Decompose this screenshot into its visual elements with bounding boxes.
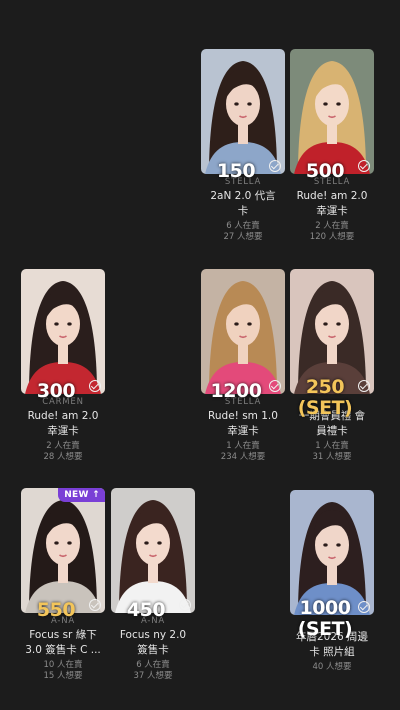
check-circle-icon[interactable]	[179, 599, 191, 611]
portrait-image	[21, 269, 105, 394]
portrait-image	[21, 488, 105, 613]
portrait-image	[201, 269, 285, 394]
card-title[interactable]: Rude! am 2.0 幸運卡	[13, 409, 113, 438]
portrait-image	[111, 488, 195, 613]
card-stats: 6 人在賣 27 人想要	[201, 221, 285, 243]
photocard-item[interactable]: 150 STELLA 2aN 2.0 代言 卡6 人在賣 27 人想要	[201, 49, 285, 243]
card-price: 150	[216, 160, 256, 182]
card-title[interactable]: Focus ny 2.0 簽售卡	[103, 628, 203, 657]
card-stats: 2 人在賣 28 人想要	[21, 441, 105, 463]
photocard-item[interactable]: 1200 STELLA Rude! sm 1.0 幸運卡 1 人在賣 234 人想要	[201, 269, 285, 463]
portrait-image	[201, 49, 285, 174]
card-price: 1000 (SET)	[297, 597, 353, 640]
wanting-count: 40 人想要	[312, 662, 352, 672]
wanting-count: 27 人想要	[223, 232, 263, 242]
card-price: 250 (SET)	[297, 376, 353, 419]
card-title[interactable]: Rude! sm 1.0 幸運卡	[193, 409, 293, 438]
card-stats: 10 人在賣 15 人想要	[21, 660, 105, 682]
check-circle-icon[interactable]	[358, 601, 370, 613]
selling-count: 6 人在賣	[226, 221, 260, 231]
card-photo[interactable]: 150	[201, 49, 285, 181]
check-circle-icon[interactable]	[89, 599, 101, 611]
card-title[interactable]: 2aN 2.0 代言 卡	[193, 189, 293, 218]
card-photo[interactable]: 250 (SET)	[290, 269, 374, 419]
selling-count: 2 人在賣	[46, 441, 80, 451]
card-photo[interactable]: 450	[111, 488, 195, 620]
card-title[interactable]: Focus sr 綠下 3.0 簽售卡 C ...	[13, 628, 113, 657]
wanting-count: 234 人想要	[220, 452, 266, 462]
selling-count: 6 人在賣	[136, 660, 170, 670]
photocard-item[interactable]: 1000 (SET) 年曆2026 周邊 卡 照片組 40 人想要	[290, 490, 374, 673]
portrait-image	[290, 49, 374, 174]
card-title[interactable]: Rude! am 2.0 幸運卡	[282, 189, 382, 218]
photocard-item[interactable]: NEW ↑ 550 A-NA Focus sr 綠下 3.0 簽售卡 C ... 10 …	[21, 488, 105, 682]
wanting-count: 28 人想要	[43, 452, 83, 462]
selling-count: 2 人在賣	[315, 221, 349, 231]
check-circle-icon[interactable]	[358, 380, 370, 392]
selling-count: 10 人在賣	[43, 660, 83, 670]
check-circle-icon[interactable]	[358, 160, 370, 172]
photocard-item[interactable]: 250 (SET) 一期會員禮 會 員禮卡 1 人在賣 31 人想要	[290, 269, 374, 463]
card-stats: 1 人在賣 234 人想要	[201, 441, 285, 463]
selling-count: 1 人在賣	[315, 441, 349, 451]
check-circle-icon[interactable]	[89, 380, 101, 392]
card-stats: 2 人在賣 120 人想要	[290, 221, 374, 243]
card-price: 450	[126, 599, 166, 621]
card-stats: 40 人想要	[290, 662, 374, 673]
photocard-grid: 150 STELLA 2aN 2.0 代言 卡6 人在賣 27 人想要 500 STELL…	[0, 0, 400, 710]
selling-count: 1 人在賣	[226, 441, 260, 451]
photocard-item[interactable]: 300 CARMEN Rude! am 2.0 幸運卡 2 人在賣 28 人想要	[21, 269, 105, 463]
card-stats: 1 人在賣 31 人想要	[290, 441, 374, 463]
card-price: 300	[36, 380, 76, 402]
card-price: 500	[305, 160, 345, 182]
card-photo[interactable]: 1200	[201, 269, 285, 401]
photocard-item[interactable]: 500 STELLA Rude! am 2.0 幸運卡 2 人在賣 120 人想要	[290, 49, 374, 243]
card-photo[interactable]: 300	[21, 269, 105, 401]
card-price: 1200	[210, 380, 262, 402]
card-photo[interactable]: NEW ↑ 550	[21, 488, 105, 620]
card-price: 550	[36, 599, 76, 621]
wanting-count: 120 人想要	[309, 232, 355, 242]
wanting-count: 15 人想要	[43, 671, 83, 681]
card-photo[interactable]: 500	[290, 49, 374, 181]
photocard-item[interactable]: 450 A-NA Focus ny 2.0 簽售卡 6 人在賣 37 人想要	[111, 488, 195, 682]
new-badge: NEW ↑	[58, 488, 105, 502]
wanting-count: 37 人想要	[133, 671, 173, 681]
check-circle-icon[interactable]	[269, 380, 281, 392]
card-photo[interactable]: 1000 (SET)	[290, 490, 374, 640]
card-stats: 6 人在賣 37 人想要	[111, 660, 195, 682]
wanting-count: 31 人想要	[312, 452, 352, 462]
check-circle-icon[interactable]	[269, 160, 281, 172]
